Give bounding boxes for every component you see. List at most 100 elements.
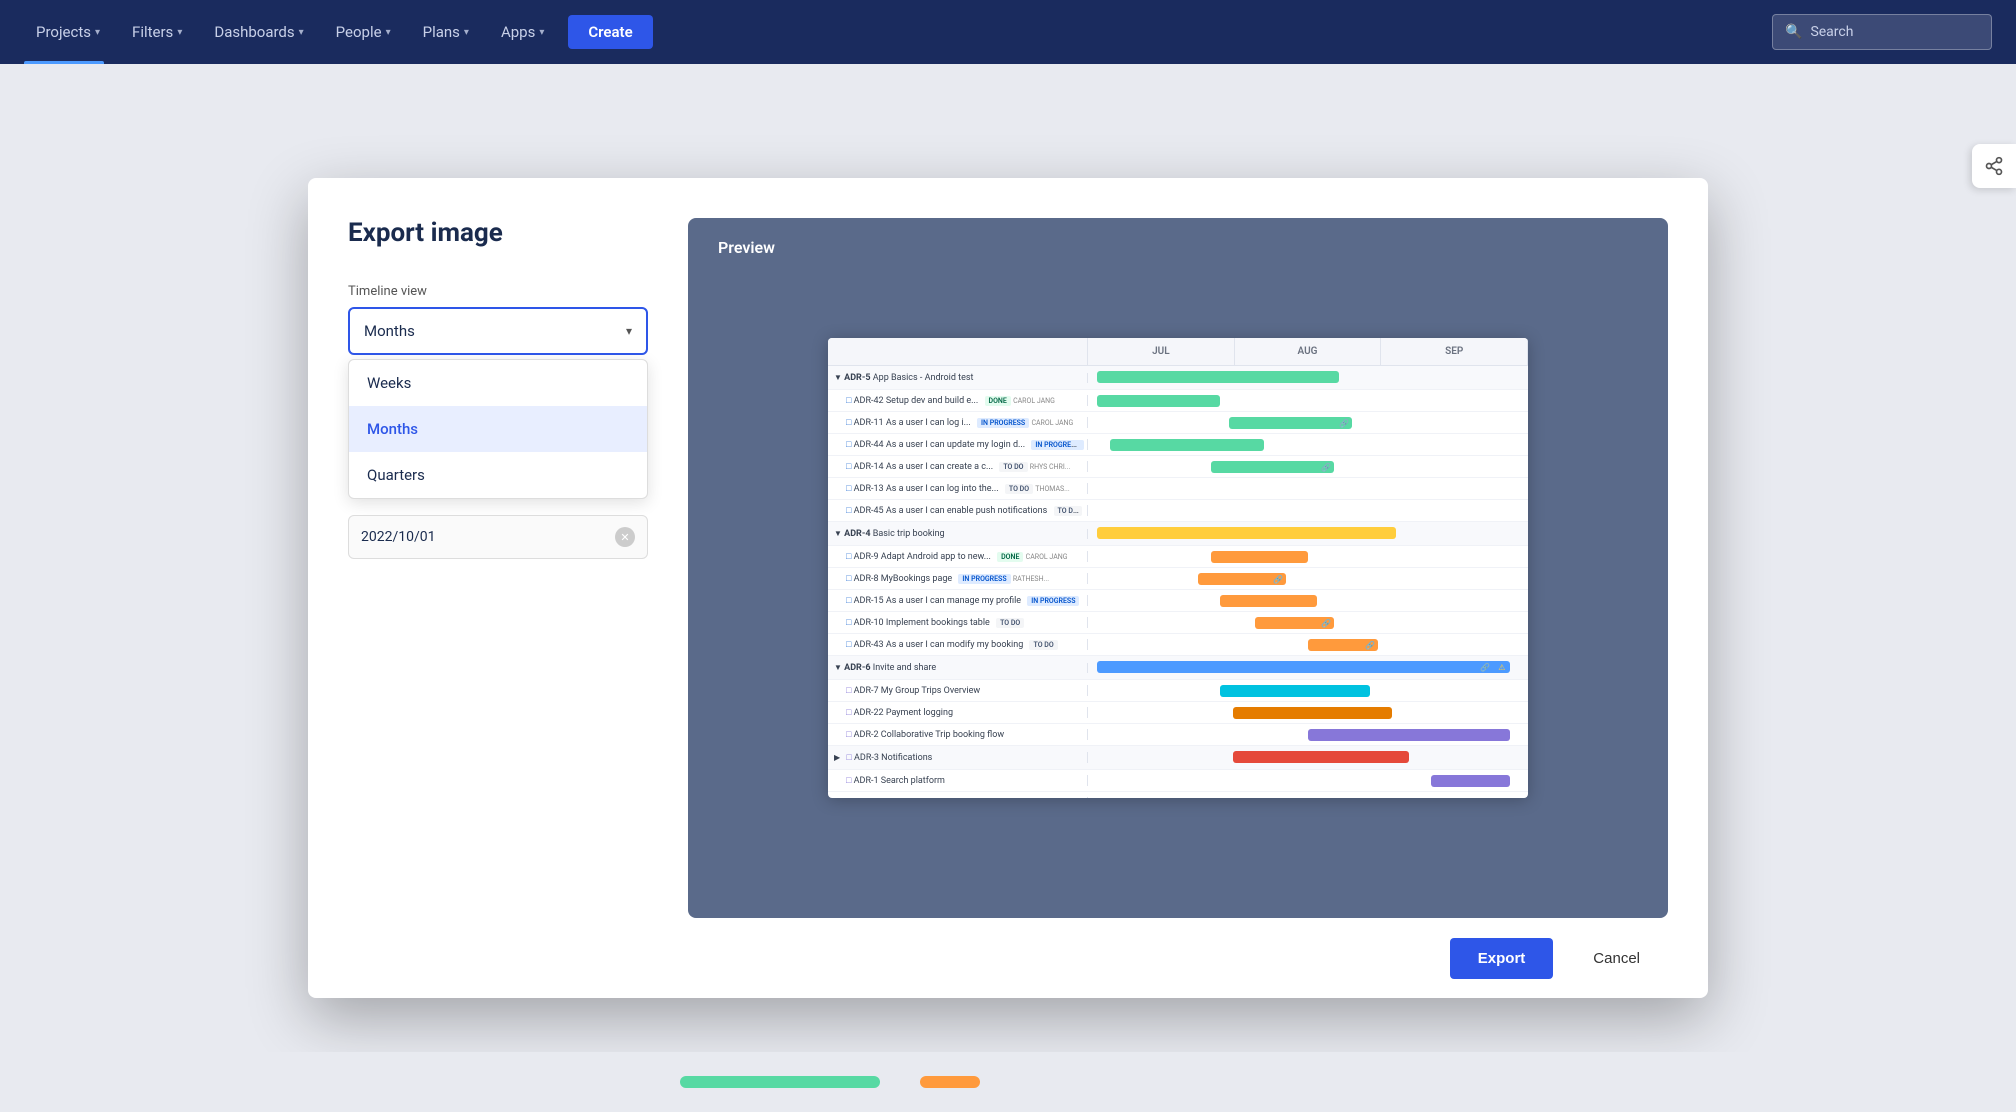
date-value: 2022/10/01 xyxy=(361,529,436,545)
row-label: □ ADR-14 As a user I can create a c... T… xyxy=(828,461,1088,472)
table-row: □ ADR-43 As a user I can modify my booki… xyxy=(828,634,1528,656)
dropdown-item-weeks[interactable]: Weeks xyxy=(349,360,647,406)
table-row: □ ADR-40 Update Booking modification ser… xyxy=(828,792,1528,798)
bar-area xyxy=(1088,522,1528,545)
plans-chevron-icon: ▾ xyxy=(464,27,469,38)
bar-area xyxy=(1088,390,1528,411)
bar-area: 🔗 xyxy=(1088,456,1528,477)
main-area: Export image Timeline view Months ▾ Week… xyxy=(0,64,2016,1112)
row-label: ▼ ADR-4 Basic trip booking xyxy=(828,529,1088,539)
projects-chevron-icon: ▾ xyxy=(95,27,100,38)
row-label: □ ADR-8 MyBookings page IN PROGRESS RATH… xyxy=(828,573,1088,584)
gantt-bar xyxy=(1308,729,1510,741)
dropdown-menu: Weeks Months Quarters xyxy=(348,359,648,499)
date-clear-button[interactable]: ✕ xyxy=(615,527,635,547)
bottom-bar xyxy=(0,1052,2016,1112)
table-row: □ ADR-42 Setup dev and build e... DONE C… xyxy=(828,390,1528,412)
bottom-orange-bar xyxy=(920,1076,980,1088)
table-row: □ ADR-11 As a user I can log i... IN PRO… xyxy=(828,412,1528,434)
left-panel: Export image Timeline view Months ▾ Week… xyxy=(348,218,648,918)
timeline-view-select[interactable]: Months ▾ xyxy=(348,307,648,355)
nav-dashboards-label: Dashboards xyxy=(214,23,294,41)
create-button[interactable]: Create xyxy=(568,15,652,49)
table-row: □ ADR-7 My Group Trips Overview xyxy=(828,680,1528,702)
export-dialog: Export image Timeline view Months ▾ Week… xyxy=(308,178,1708,998)
row-label: ▼ ADR-6 Invite and share xyxy=(828,663,1088,673)
bar-area xyxy=(1088,746,1528,769)
bar-area: 🔗 xyxy=(1088,568,1528,589)
nav-projects[interactable]: Projects ▾ xyxy=(24,15,112,49)
bar-area xyxy=(1088,724,1528,745)
people-chevron-icon: ▾ xyxy=(386,27,391,38)
table-row: ▼ ADR-4 Basic trip booking xyxy=(828,522,1528,546)
gantt-months: JUL AUG SEP xyxy=(1088,338,1528,365)
nav-apps[interactable]: Apps ▾ xyxy=(489,15,556,49)
gantt-month-jul: JUL xyxy=(1088,338,1235,365)
dropdown-item-quarters[interactable]: Quarters xyxy=(349,452,647,498)
nav-projects-label: Projects xyxy=(36,23,91,41)
gantt-bar: 🔗 xyxy=(1198,573,1286,585)
row-label: □ ADR-7 My Group Trips Overview xyxy=(828,685,1088,696)
row-label: □ ADR-44 As a user I can update my login… xyxy=(828,439,1088,450)
table-row: □ ADR-45 As a user I can enable push not… xyxy=(828,500,1528,522)
row-label: □ ADR-22 Payment logging xyxy=(828,707,1088,718)
search-icon: 🔍 xyxy=(1785,24,1802,40)
dialog-footer: Export Cancel xyxy=(308,918,1708,998)
table-row: ▼ ADR-6 Invite and share 🔗 ⚠ xyxy=(828,656,1528,680)
dashboards-chevron-icon: ▾ xyxy=(299,27,304,38)
preview-container: Preview JUL AUG SEP xyxy=(688,218,1668,918)
bar-area xyxy=(1088,590,1528,611)
dialog-title: Export image xyxy=(348,218,648,248)
cancel-button[interactable]: Cancel xyxy=(1565,938,1668,979)
timeline-view-label: Timeline view xyxy=(348,284,648,299)
gantt-bar: 🔗 xyxy=(1255,617,1334,629)
row-label: □ ADR-1 Search platform xyxy=(828,775,1088,786)
nav-plans[interactable]: Plans ▾ xyxy=(411,15,481,49)
bar-area xyxy=(1088,680,1528,701)
bar-area: 🔗 xyxy=(1088,612,1528,633)
row-label: □ ADR-45 As a user I can enable push not… xyxy=(828,505,1088,516)
row-label: □ ADR-42 Setup dev and build e... DONE C… xyxy=(828,395,1088,406)
gantt-rows: ▼ ADR-5 App Basics - Android test □ ADR-… xyxy=(828,366,1528,798)
row-label: ▶ □ ADR-3 Notifications xyxy=(828,752,1088,763)
gantt-bar: 🔗 xyxy=(1229,417,1352,429)
row-label: □ ADR-2 Collaborative Trip booking flow xyxy=(828,729,1088,740)
gantt-bar: 🔗 ⚠ xyxy=(1097,661,1511,673)
row-label: □ ADR-9 Adapt Android app to new... DONE… xyxy=(828,551,1088,562)
table-row: □ ADR-44 As a user I can update my login… xyxy=(828,434,1528,456)
nav-people[interactable]: People ▾ xyxy=(324,15,403,49)
row-label: □ ADR-43 As a user I can modify my booki… xyxy=(828,639,1088,650)
table-row: □ ADR-14 As a user I can create a c... T… xyxy=(828,456,1528,478)
search-bar[interactable]: 🔍 Search xyxy=(1772,14,1992,50)
gantt-bar xyxy=(1211,551,1308,563)
bar-area: 🔗 ⚠ xyxy=(1088,656,1528,679)
bar-area xyxy=(1088,478,1528,499)
gantt-bar xyxy=(1097,527,1396,539)
bottom-green-bar xyxy=(680,1076,880,1088)
share-button[interactable] xyxy=(1972,144,2016,188)
export-button[interactable]: Export xyxy=(1450,938,1554,979)
row-label: ▼ ADR-5 App Basics - Android test xyxy=(828,373,1088,383)
nav-active-indicator xyxy=(24,61,104,64)
bar-area xyxy=(1088,702,1528,723)
table-row: □ ADR-1 Search platform xyxy=(828,770,1528,792)
row-label: □ ADR-15 As a user I can manage my profi… xyxy=(828,595,1088,606)
gantt-month-sep: SEP xyxy=(1381,338,1528,365)
gantt-bar: 🔗 xyxy=(1308,639,1378,651)
bar-area xyxy=(1088,792,1528,798)
navbar: Projects ▾ Filters ▾ Dashboards ▾ People… xyxy=(0,0,2016,64)
dropdown-item-months[interactable]: Months xyxy=(349,406,647,452)
nav-filters[interactable]: Filters ▾ xyxy=(120,15,194,49)
nav-dashboards[interactable]: Dashboards ▾ xyxy=(202,15,315,49)
table-row: □ ADR-10 Implement bookings table TO DO … xyxy=(828,612,1528,634)
gantt-bar xyxy=(1431,775,1510,787)
gantt-left-header xyxy=(828,338,1088,365)
date-field[interactable]: 2022/10/01 ✕ xyxy=(348,515,648,559)
gantt-header: JUL AUG SEP xyxy=(828,338,1528,366)
gantt-bar xyxy=(1233,707,1391,719)
gantt-chart-preview: JUL AUG SEP ▼ ADR-5 App Basics - And xyxy=(828,338,1528,798)
bar-area xyxy=(1088,366,1528,389)
table-row: □ ADR-15 As a user I can manage my profi… xyxy=(828,590,1528,612)
apps-chevron-icon: ▾ xyxy=(539,27,544,38)
nav-apps-label: Apps xyxy=(501,23,535,41)
